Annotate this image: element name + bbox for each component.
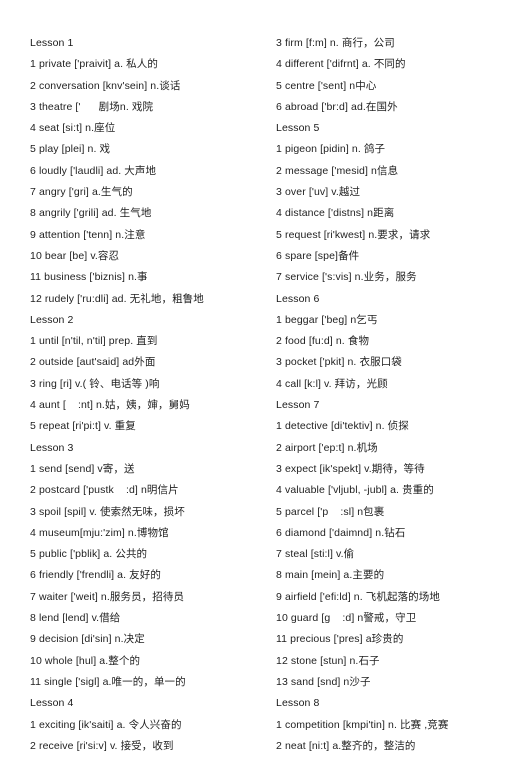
right-column: 3 firm [f:m] n. 商行，公司 4 different ['difrn… (238, 33, 505, 757)
vocabulary-entry: 4 valuable ['vljubl, -jubl] a. 贵重的 (276, 484, 434, 497)
vocabulary-entry: 4 different ['difrnt] a. 不同的 (276, 58, 406, 71)
left-column: Lesson 1 1 private ['praivit] a. 私人的 2 con… (0, 33, 238, 757)
vocabulary-entry: 7 steal [sti:l] v.偷 (276, 548, 355, 561)
lesson-heading: Lesson 8 (276, 697, 320, 710)
vocabulary-entry: 2 conversation [knv'sein] n.谈话 (30, 79, 181, 92)
vocabulary-entry: 12 stone [stun] n.石子 (276, 654, 380, 667)
vocabulary-entry: 13 sand [snd] n沙子 (276, 675, 371, 688)
vocabulary-entry: 8 lend [lend] v.借给 (30, 612, 121, 625)
vocabulary-entry: 4 call [k:l] v. 拜访，光顾 (276, 377, 388, 390)
vocabulary-entry: 3 pocket ['pkit] n. 衣服口袋 (276, 356, 402, 369)
vocabulary-entry: 2 message ['mesid] n信息 (276, 164, 399, 177)
vocabulary-entry: 7 angry ['gri] a.生气的 (30, 186, 133, 199)
vocabulary-entry: 1 competition [kmpi'tin] n. 比赛 ,竞赛 (276, 718, 449, 731)
vocabulary-entry: 6 spare [spe]备件 (276, 249, 360, 262)
vocabulary-entry: 9 decision [di'sin] n.决定 (30, 633, 145, 646)
vocabulary-entry: 5 play [plei] n. 戏 (30, 143, 111, 156)
vocabulary-entry: 7 service ['s:vis] n.业务，服务 (276, 271, 417, 284)
vocabulary-entry: 1 detective [di'tektiv] n. 侦探 (276, 420, 409, 433)
vocabulary-entry: 6 friendly ['frendli] a. 友好的 (30, 569, 161, 582)
vocabulary-entry: 5 centre ['sent] n中心 (276, 79, 377, 92)
vocabulary-entry: 1 until [n'til, n'til] prep. 直到 (30, 335, 158, 348)
vocabulary-entry: 3 theatre [' 剧场n. 戏院 (30, 100, 154, 113)
lesson-heading: Lesson 2 (30, 313, 74, 326)
vocabulary-entry: 6 diamond ['daimnd] n.钻石 (276, 526, 406, 539)
vocabulary-entry: 2 outside [aut'said] ad外面 (30, 356, 156, 369)
vocabulary-entry: 4 seat [si:t] n.座位 (30, 122, 116, 135)
vocabulary-entry: 2 postcard ['pustk :d] n明信片 (30, 484, 179, 497)
vocabulary-entry: 2 food [fu:d] n. 食物 (276, 335, 370, 348)
vocabulary-entry: 2 receive [ri'si:v] v. 接受，收到 (30, 739, 174, 752)
vocabulary-entry: 1 pigeon [pidin] n. 鸽子 (276, 143, 386, 156)
vocabulary-entry: 3 over ['uv] v.越过 (276, 186, 361, 199)
vocabulary-entry: 10 bear [be] v.容忍 (30, 249, 120, 262)
vocabulary-entry: 6 loudly ['laudli] ad. 大声地 (30, 164, 157, 177)
vocabulary-entry: 1 beggar ['beg] n乞丐 (276, 313, 378, 326)
vocabulary-entry: 2 airport ['ep:t] n.机场 (276, 441, 378, 454)
vocabulary-entry: 3 expect [ik'spekt] v.期待，等待 (276, 462, 425, 475)
vocabulary-entry: 3 ring [ri] v.( 铃、电话等 )响 (30, 377, 160, 390)
vocabulary-entry: 9 attention ['tenn] n.注意 (30, 228, 146, 241)
vocabulary-entry: 3 firm [f:m] n. 商行，公司 (276, 37, 395, 49)
vocabulary-entry: 10 guard [g :d] n警戒，守卫 (276, 612, 417, 625)
lesson-heading: Lesson 1 (30, 37, 74, 49)
document-page: Lesson 1 1 private ['praivit] a. 私人的 2 con… (0, 0, 505, 752)
lesson-heading: Lesson 6 (276, 292, 320, 305)
vocabulary-entry: 4 distance ['distns] n距离 (276, 207, 395, 220)
vocabulary-entry: 9 airfield ['efi:ld] n. 飞机起落的场地 (276, 590, 440, 603)
vocabulary-entry: 8 angrily ['grili] ad. 生气地 (30, 207, 152, 220)
two-column-layout: Lesson 1 1 private ['praivit] a. 私人的 2 con… (0, 33, 505, 757)
lesson-heading: Lesson 7 (276, 399, 320, 412)
vocabulary-entry: 5 public ['pblik] a. 公共的 (30, 548, 148, 561)
vocabulary-entry: 4 museum[mju:'zim] n.博物馆 (30, 526, 169, 539)
vocabulary-entry: 12 rudely ['ru:dli] ad. 无礼地，粗鲁地 (30, 292, 204, 305)
vocabulary-entry: 8 main [mein] a.主要的 (276, 569, 385, 582)
vocabulary-entry: 5 request [ri'kwest] n.要求，请求 (276, 228, 431, 241)
vocabulary-entry: 2 neat [ni:t] a.整齐的，整洁的 (276, 739, 416, 752)
vocabulary-entry: 1 send [send] v寄，送 (30, 462, 135, 475)
vocabulary-entry: 1 exciting [ik'saiti] a. 令人兴奋的 (30, 718, 182, 731)
vocabulary-entry: 1 private ['praivit] a. 私人的 (30, 58, 158, 71)
vocabulary-entry: 4 aunt [ :nt] n.姑，姨，婶，舅妈 (30, 399, 190, 412)
vocabulary-entry: 5 repeat [ri'pi:t] v. 重复 (30, 420, 136, 433)
vocabulary-entry: 10 whole [hul] a.整个的 (30, 654, 141, 667)
vocabulary-entry: 11 precious ['pres] a珍贵的 (276, 633, 404, 646)
vocabulary-entry: 3 spoil [spil] v. 使索然无味，损坏 (30, 505, 185, 518)
lesson-heading: Lesson 4 (30, 697, 74, 710)
vocabulary-entry: 7 waiter ['weit] n.服务员，招待员 (30, 590, 185, 603)
vocabulary-entry: 11 single ['sigl] a.唯一的，单一的 (30, 675, 186, 688)
vocabulary-entry: 5 parcel ['p :sl] n包裹 (276, 505, 385, 518)
lesson-heading: Lesson 5 (276, 122, 320, 135)
vocabulary-entry: 6 abroad ['br:d] ad.在国外 (276, 100, 398, 113)
vocabulary-entry: 11 business ['biznis] n.事 (30, 271, 148, 284)
lesson-heading: Lesson 3 (30, 441, 74, 454)
